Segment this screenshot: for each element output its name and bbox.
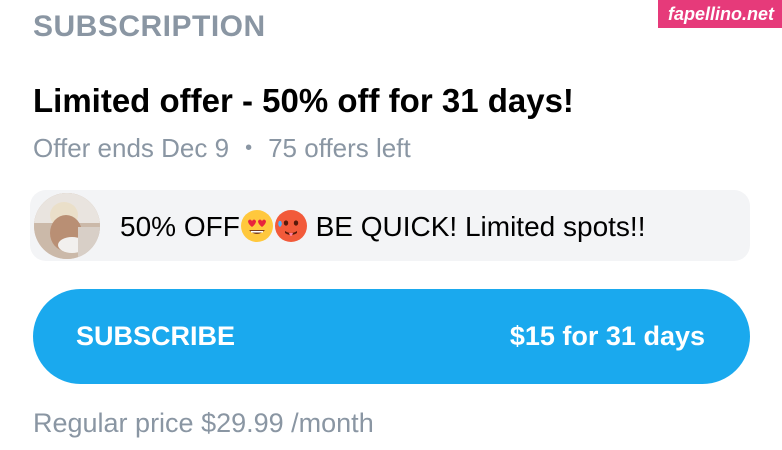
offer-meta: Offer ends Dec 9 • 75 offers left [33,133,411,164]
offers-left-text: 75 offers left [268,133,411,163]
hot-face-emoji-icon [274,209,308,243]
promo-prefix: 50% OFF [120,210,240,242]
promo-message: 50% OFF BE QUICK! Limited spots!! [30,190,750,261]
watermark: fapellino.net [657,0,782,28]
subscribe-button[interactable]: SUBSCRIBE $15 for 31 days [33,289,750,384]
subscription-card: SUBSCRIPTION fapellino.net Limited offer… [0,0,782,450]
section-title: SUBSCRIPTION [33,10,266,43]
promo-suffix: BE QUICK! Limited spots!! [307,210,646,242]
regular-price: Regular price $29.99 /month [33,408,374,438]
subscribe-price: $15 for 31 days [509,321,705,351]
avatar[interactable] [34,192,100,259]
offer-title: Limited offer - 50% off for 31 days! [33,82,574,119]
subscribe-label: SUBSCRIBE [76,321,236,351]
heart-eyes-emoji-icon [240,209,274,243]
promo-message-text: 50% OFF BE QUICK! Limited spots!! [120,209,645,243]
offer-ends-text: Offer ends Dec 9 [33,133,230,163]
meta-separator: • [245,137,253,159]
